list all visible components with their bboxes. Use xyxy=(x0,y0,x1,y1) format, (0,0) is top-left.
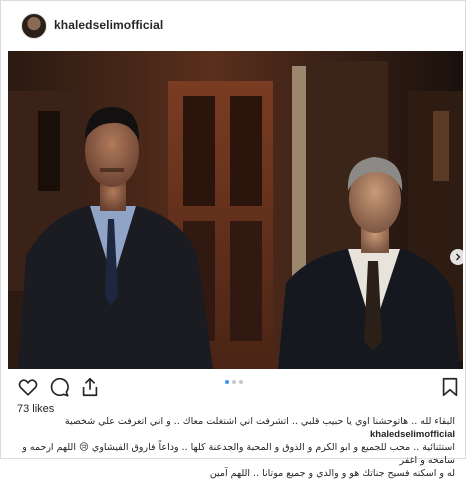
heart-icon[interactable] xyxy=(17,376,39,398)
comment-icon[interactable] xyxy=(48,376,70,398)
likes-count[interactable]: 73 likes xyxy=(17,403,54,415)
avatar[interactable] xyxy=(21,13,47,39)
caption-username[interactable]: khaledselimofficial xyxy=(370,429,455,440)
caption-line: له و اسكنه فسيح جناتك هو و والدي و جميع … xyxy=(209,468,455,479)
carousel-dot xyxy=(239,380,243,384)
share-icon[interactable] xyxy=(79,376,101,398)
post-card: khaledselimofficial 73 likes البقاء لله … xyxy=(0,0,466,479)
chevron-right-icon xyxy=(456,253,461,261)
carousel-next-button[interactable] xyxy=(450,249,463,265)
bookmark-icon[interactable] xyxy=(439,376,461,398)
post-image[interactable] xyxy=(8,51,463,369)
post-caption: البقاء لله .. هاتوحشنا اوي يا حبيب قلبي … xyxy=(9,415,455,480)
carousel-indicator xyxy=(225,380,243,384)
action-bar xyxy=(1,372,465,400)
carousel-dot-active xyxy=(225,380,229,384)
carousel-dot xyxy=(232,380,236,384)
caption-text: البقاء لله .. هاتوحشنا اوي يا حبيب قلبي … xyxy=(64,416,455,427)
caption-line: استثنائية .. محب للجميع و ابو الكرم و ال… xyxy=(22,442,455,466)
post-username[interactable]: khaledselimofficial xyxy=(54,18,163,32)
post-header: khaledselimofficial xyxy=(1,1,465,49)
caption-line: البقاء لله .. هاتوحشنا اوي يا حبيب قلبي … xyxy=(9,415,455,441)
film-still xyxy=(8,51,463,369)
